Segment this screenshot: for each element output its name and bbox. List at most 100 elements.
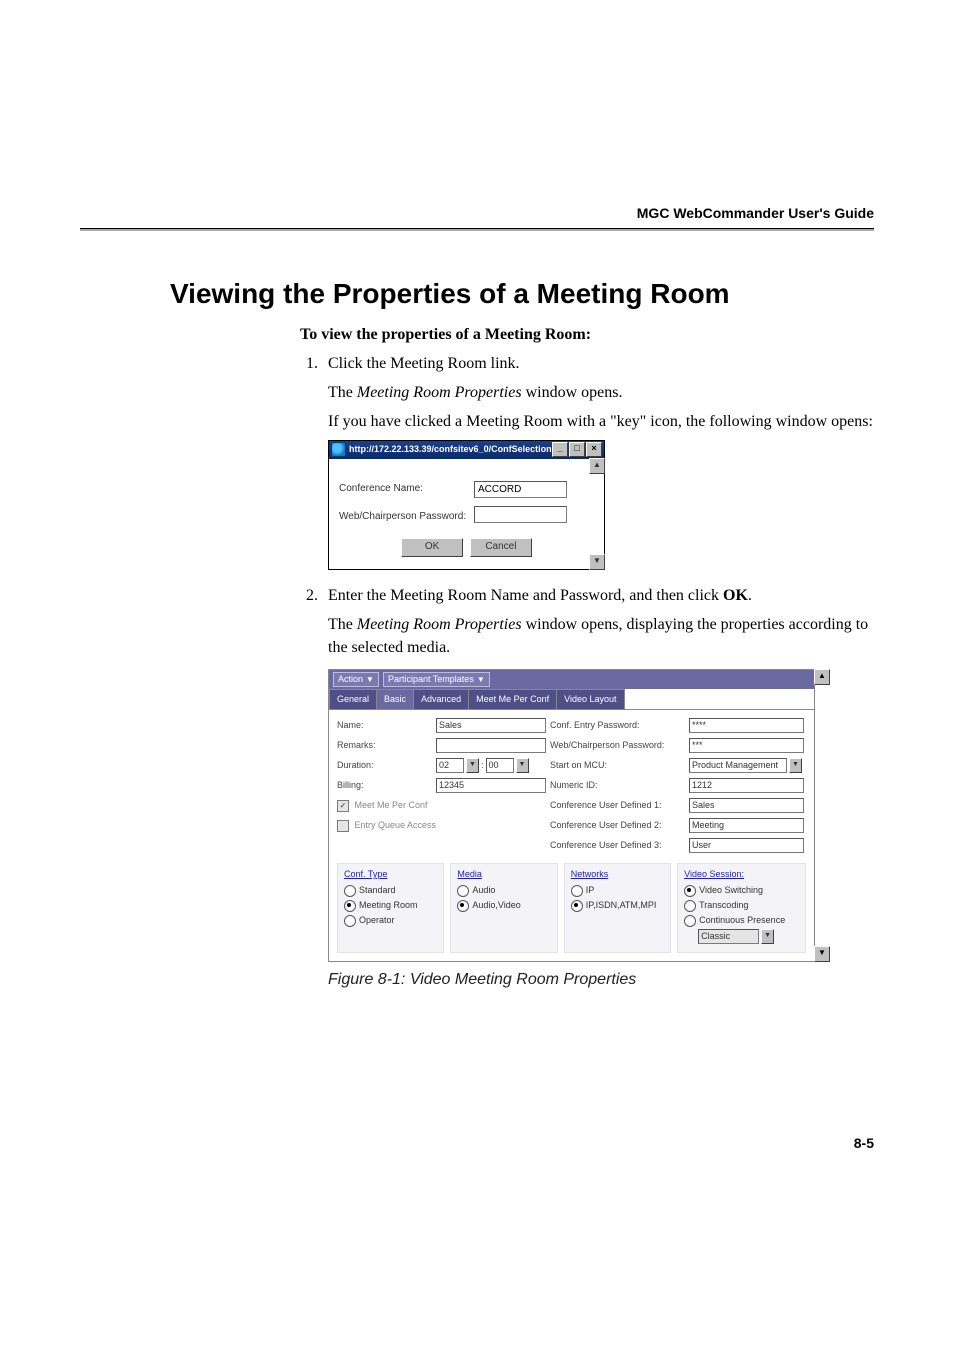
conf-type-operator-label: Operator: [359, 915, 395, 925]
udf3-input[interactable]: User: [689, 838, 804, 853]
dialog-title: http://172.22.133.39/confsitev6_0/ConfSe…: [349, 443, 551, 456]
networks-ip-isdn-radio[interactable]: [571, 900, 583, 912]
start-on-mcu-select[interactable]: Product Management: [689, 758, 787, 773]
transcoding-radio[interactable]: [684, 900, 696, 912]
menu-participant-templates-label: Participant Templates: [388, 673, 474, 686]
duration-minutes-input[interactable]: 00: [486, 758, 514, 773]
duration-separator: :: [481, 759, 484, 772]
conf-type-standard-radio[interactable]: [344, 885, 356, 897]
numeric-id-input[interactable]: 1212: [689, 778, 804, 793]
duration-hours-input[interactable]: 02: [436, 758, 464, 773]
menu-bar: Action ▼ Participant Templates ▼: [329, 670, 814, 689]
networks-ip-radio[interactable]: [571, 885, 583, 897]
duration-minutes-dropdown[interactable]: ▼: [516, 758, 529, 773]
video-session-title[interactable]: Video Session:: [684, 868, 799, 881]
name-input[interactable]: Sales: [436, 718, 546, 733]
networks-title[interactable]: Networks: [571, 868, 664, 881]
web-chair-password-input[interactable]: [474, 506, 567, 523]
step-1-para-2: If you have clicked a Meeting Room with …: [328, 410, 874, 433]
scroll-up-button[interactable]: ▲: [589, 458, 605, 474]
scroll-down-button[interactable]: ▼: [589, 554, 605, 570]
media-audio-label: Audio: [472, 885, 495, 895]
media-audio-video-radio[interactable]: [457, 900, 469, 912]
conference-name-input[interactable]: ACCORD: [474, 481, 567, 498]
conf-type-box: Conf. Type Standard Meeting Room Operato…: [337, 863, 444, 953]
tab-advanced[interactable]: Advanced: [413, 689, 469, 709]
start-on-mcu-label: Start on MCU:: [550, 759, 685, 772]
text-fragment: window opens.: [522, 384, 623, 401]
menu-participant-templates[interactable]: Participant Templates ▼: [383, 672, 490, 687]
meeting-room-properties-window: ▲ ▼ Action ▼ Participant Templates ▼: [328, 669, 815, 962]
continuous-presence-label: Continuous Presence: [699, 915, 785, 925]
text-fragment-italic: Meeting Room Properties: [357, 616, 522, 633]
continuous-presence-mode-select[interactable]: Classic: [698, 929, 759, 944]
section-title: Viewing the Properties of a Meeting Room: [170, 278, 874, 310]
step-2-para-1: The Meeting Room Properties window opens…: [328, 613, 874, 659]
video-switching-radio[interactable]: [684, 885, 696, 897]
ok-button[interactable]: OK: [401, 538, 463, 557]
conf-type-operator-radio[interactable]: [344, 915, 356, 927]
conf-type-title[interactable]: Conf. Type: [344, 868, 437, 881]
step-2: Enter the Meeting Room Name and Password…: [322, 584, 874, 992]
tab-meet-me-per-conf[interactable]: Meet Me Per Conf: [468, 689, 557, 709]
tab-video-layout[interactable]: Video Layout: [556, 689, 624, 709]
tab-general[interactable]: General: [329, 689, 377, 709]
billing-input[interactable]: 12345: [436, 778, 546, 793]
maximize-button[interactable]: □: [569, 442, 585, 457]
media-audio-radio[interactable]: [457, 885, 469, 897]
outer-scroll-down-button[interactable]: ▼: [814, 946, 830, 962]
continuous-presence-radio[interactable]: [684, 915, 696, 927]
meet-me-per-conf-row: ✓ Meet Me Per Conf: [337, 799, 546, 812]
meet-me-per-conf-checkbox[interactable]: ✓: [337, 800, 349, 812]
step-2-text-pre: Enter the Meeting Room Name and Password…: [328, 587, 723, 604]
tab-bar: General Basic Advanced Meet Me Per Conf …: [329, 689, 814, 710]
entry-queue-access-cblabel: Entry Queue Access: [355, 820, 437, 830]
entry-queue-access-checkbox[interactable]: [337, 820, 349, 832]
step-1: Click the Meeting Room link. The Meeting…: [322, 352, 874, 570]
udf2-label: Conference User Defined 2:: [550, 819, 685, 832]
media-box: Media Audio Audio,Video: [450, 863, 557, 953]
conf-type-meeting-room-label: Meeting Room: [359, 900, 418, 910]
text-fragment-italic: Meeting Room Properties: [357, 384, 522, 401]
minimize-button[interactable]: _: [552, 442, 568, 457]
start-on-mcu-dropdown[interactable]: ▼: [789, 758, 802, 773]
video-switching-label: Video Switching: [699, 885, 763, 895]
video-session-box: Video Session: Video Switching Transcodi…: [677, 863, 806, 953]
menu-action-label: Action: [338, 673, 363, 686]
close-button[interactable]: ×: [586, 442, 602, 457]
web-chair-password-label: Web/Chairperson Password:: [339, 510, 474, 525]
remarks-input[interactable]: [436, 738, 546, 753]
transcoding-label: Transcoding: [699, 900, 748, 910]
web-chair-password-label-2: Web/Chairperson Password:: [550, 739, 685, 752]
running-head: MGC WebCommander User's Guide: [80, 205, 874, 227]
web-chair-password-input-2[interactable]: ***: [689, 738, 804, 753]
start-on-mcu-field: Product Management ▼: [689, 758, 804, 773]
cancel-button[interactable]: Cancel: [470, 538, 532, 557]
name-label: Name:: [337, 719, 432, 732]
dropdown-icon: ▼: [477, 674, 485, 686]
dialog-titlebar: http://172.22.133.39/confsitev6_0/ConfSe…: [329, 441, 604, 459]
outer-scroll-up-button[interactable]: ▲: [814, 669, 830, 685]
udf2-input[interactable]: Meeting: [689, 818, 804, 833]
duration-hours-dropdown[interactable]: ▼: [466, 758, 479, 773]
conf-type-meeting-room-radio[interactable]: [344, 900, 356, 912]
conf-entry-password-input[interactable]: ****: [689, 718, 804, 733]
continuous-presence-mode-dropdown[interactable]: ▼: [761, 929, 774, 944]
tab-basic[interactable]: Basic: [376, 689, 414, 709]
media-title[interactable]: Media: [457, 868, 550, 881]
networks-ip-isdn-label: IP,ISDN,ATM,MPI: [586, 900, 657, 910]
numeric-id-label: Numeric ID:: [550, 779, 685, 792]
udf1-input[interactable]: Sales: [689, 798, 804, 813]
step-1-para-1: The Meeting Room Properties window opens…: [328, 381, 874, 404]
conference-name-label: Conference Name:: [339, 482, 474, 497]
udf1-label: Conference User Defined 1:: [550, 799, 685, 812]
procedure-heading: To view the properties of a Meeting Room…: [300, 326, 874, 344]
page-number: 8-5: [854, 1135, 874, 1151]
duration-label: Duration:: [337, 759, 432, 772]
meet-me-per-conf-cblabel: Meet Me Per Conf: [355, 800, 428, 810]
text-fragment: The: [328, 384, 357, 401]
menu-action[interactable]: Action ▼: [333, 672, 379, 687]
remarks-label: Remarks:: [337, 739, 432, 752]
media-audio-video-label: Audio,Video: [472, 900, 520, 910]
step-2-text-bold: OK: [723, 587, 748, 604]
